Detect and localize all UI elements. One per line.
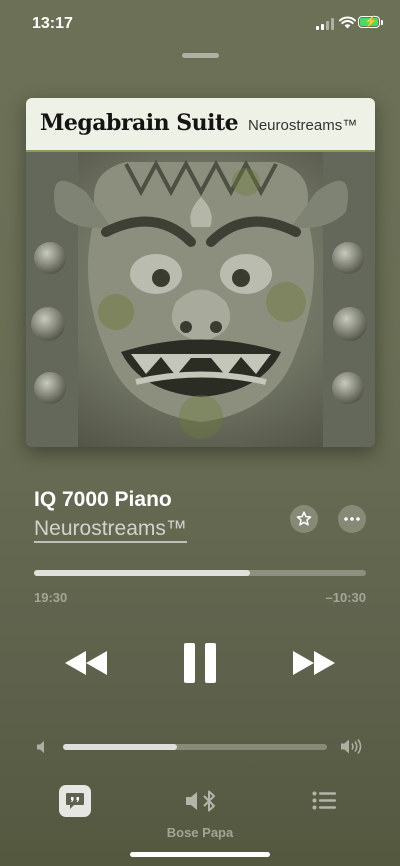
progress-played [34, 570, 250, 576]
speaker-high-icon [341, 739, 362, 754]
volume-level [63, 744, 177, 750]
track-title: IQ 7000 Piano [34, 488, 172, 511]
battery-charging-icon: ⚡ [358, 16, 380, 28]
album-artwork: Megabrain Suite Neurostreams™ [26, 98, 375, 447]
artwork-stone-mask-image [26, 152, 375, 447]
artwork-brand: Neurostreams™ [248, 117, 358, 134]
status-time: 13:17 [32, 15, 73, 32]
artwork-album-title: Megabrain Suite [40, 110, 239, 136]
pause-button[interactable] [182, 642, 218, 684]
elapsed-time: 19:30 [34, 590, 68, 605]
audio-output-button[interactable] [184, 789, 218, 813]
wifi-icon [339, 16, 356, 29]
volume-slider[interactable] [63, 744, 327, 750]
previous-track-button[interactable] [64, 650, 108, 676]
home-indicator[interactable] [130, 852, 270, 857]
lyrics-button[interactable] [59, 785, 91, 817]
speaker-low-icon [37, 741, 44, 753]
remaining-time: –10:30 [325, 590, 366, 605]
bluetooth-speaker-icon [186, 790, 215, 812]
cellular-signal-icon [316, 18, 334, 30]
output-device-label: Bose Papa [166, 825, 234, 840]
track-artist-link[interactable]: Neurostreams™ [34, 518, 187, 543]
sheet-grabber[interactable] [182, 53, 219, 58]
favorite-button[interactable] [290, 505, 318, 533]
status-bar: 13:17 ⚡ [0, 0, 400, 48]
more-options-button[interactable] [338, 505, 366, 533]
fast-forward-icon [293, 651, 335, 675]
next-track-button[interactable] [292, 650, 336, 676]
star-icon [296, 511, 312, 526]
artwork-banner: Megabrain Suite Neurostreams™ [26, 98, 375, 152]
lyrics-quote-icon [66, 793, 84, 809]
rewind-icon [65, 651, 107, 675]
playback-progress-bar[interactable] [34, 570, 366, 576]
list-icon [312, 791, 336, 810]
queue-button[interactable] [312, 791, 337, 810]
ellipsis-icon [344, 517, 360, 521]
pause-icon [184, 643, 216, 683]
